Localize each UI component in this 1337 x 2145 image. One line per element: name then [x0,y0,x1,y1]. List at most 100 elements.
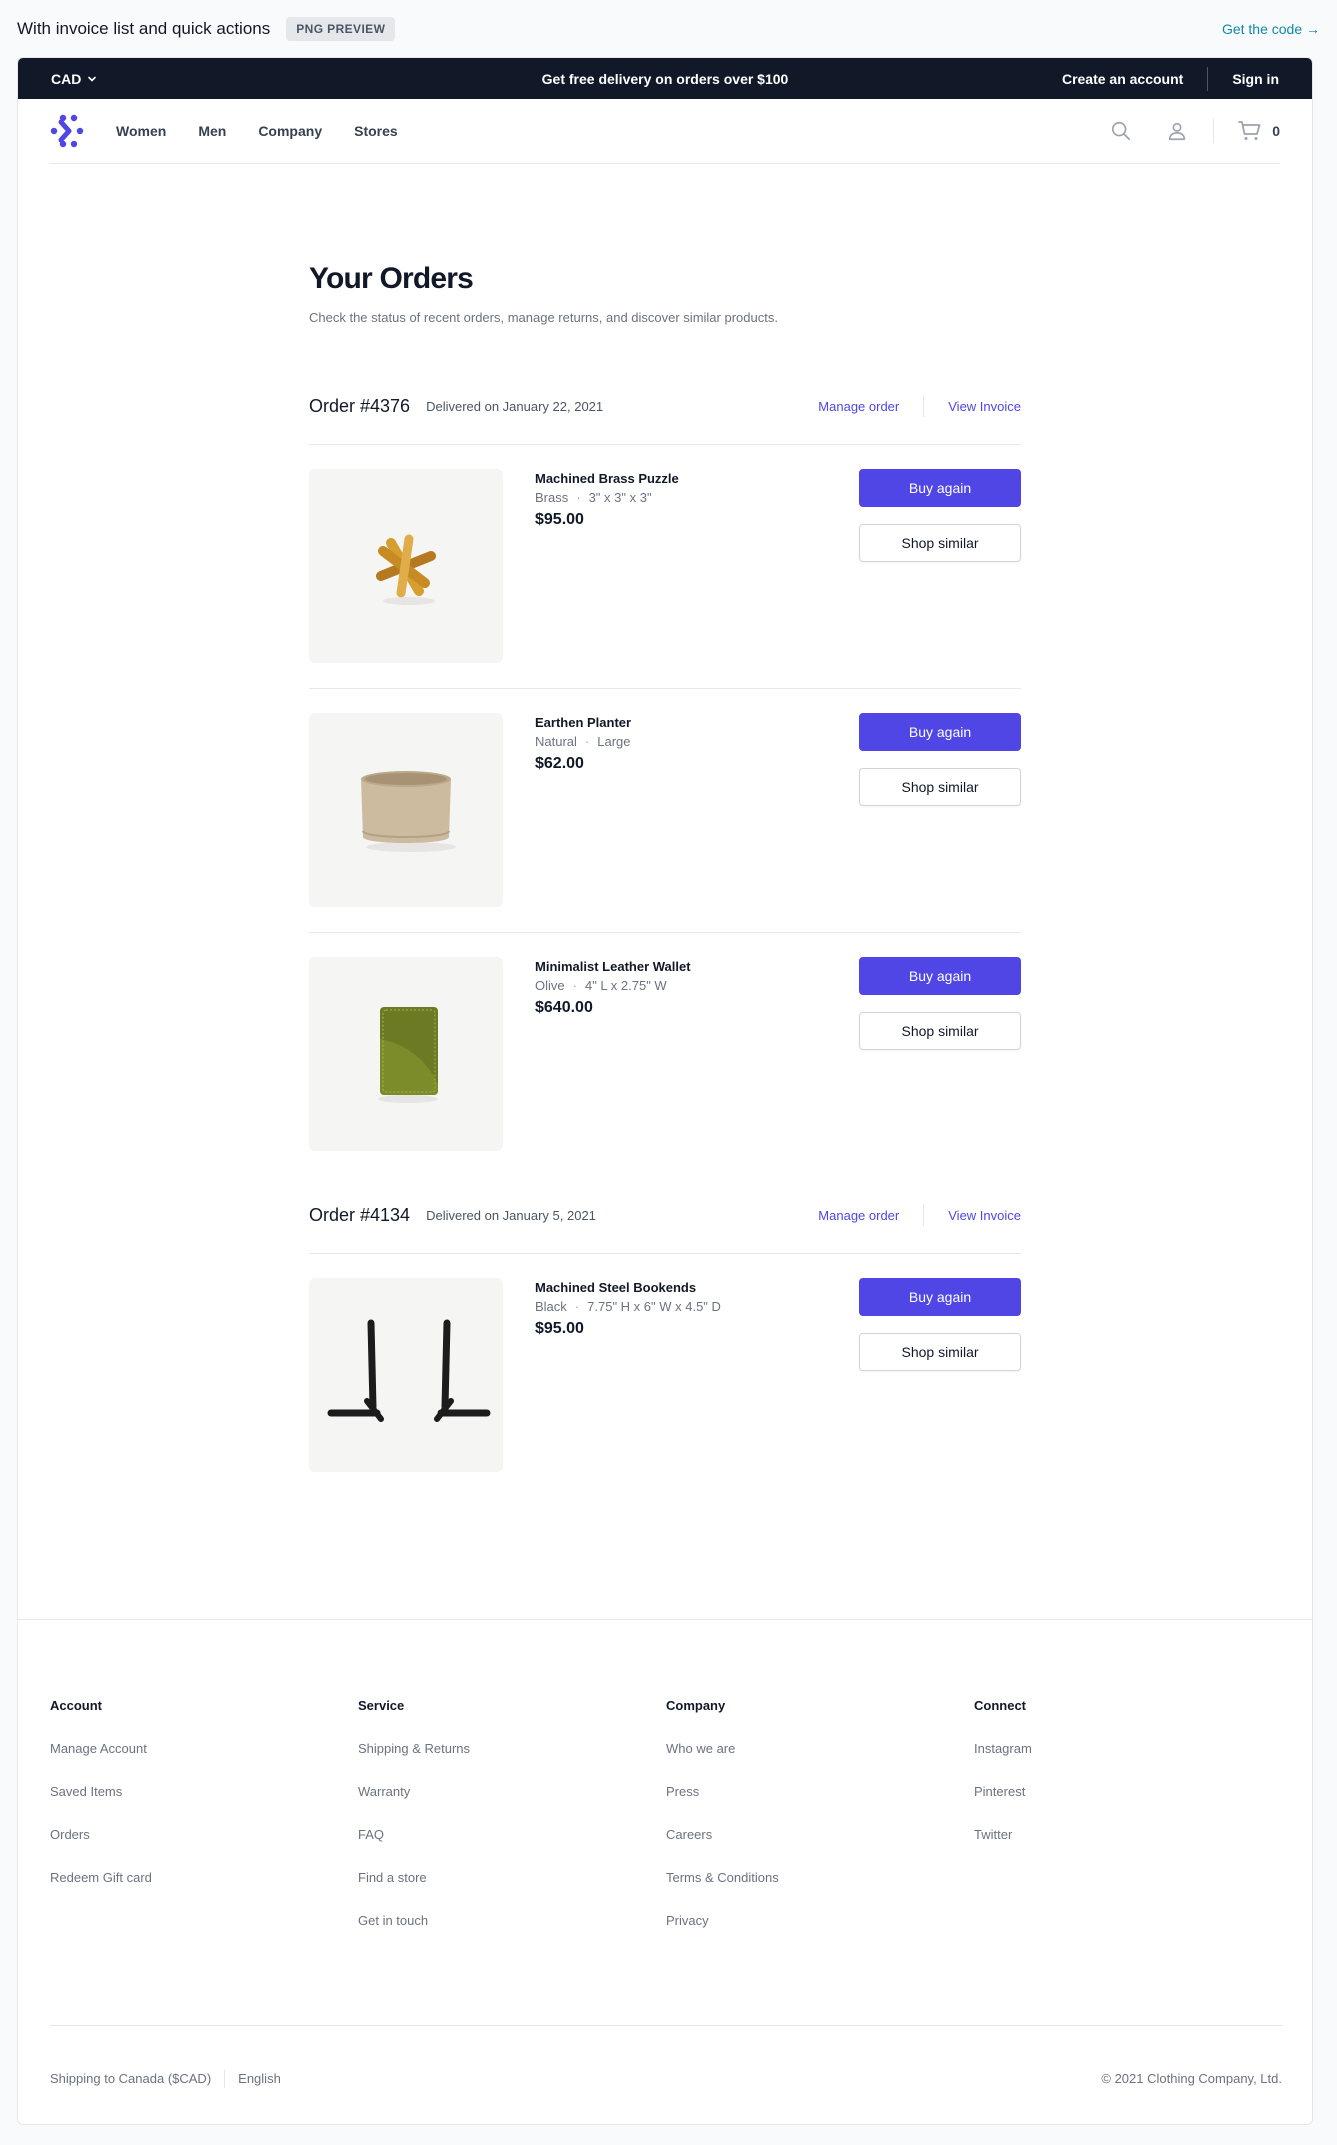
footer-link[interactable]: Warranty [358,1784,666,1799]
divider [923,1204,925,1226]
chevron-down-icon [88,76,97,82]
footer-link[interactable]: Manage Account [50,1741,358,1756]
footer-link[interactable]: Careers [666,1827,974,1842]
copyright: © 2021 Clothing Company, Ltd. [1101,2071,1282,2086]
product-info: Earthen Planter Natural · Large $62.00 [535,713,859,908]
footer-link[interactable]: Terms & Conditions [666,1870,974,1885]
create-account-link[interactable]: Create an account [1062,71,1183,87]
product-name: Earthen Planter [535,715,632,730]
footer-link[interactable]: Redeem Gift card [50,1870,358,1885]
footer-column-service: Service Shipping & Returns Warranty FAQ … [358,1698,666,2025]
view-invoice-link[interactable]: View Invoice [948,399,1021,414]
sign-in-link[interactable]: Sign in [1232,71,1279,87]
shop-similar-button[interactable]: Shop similar [859,524,1021,562]
shopping-cart-icon [1238,121,1261,140]
footer-heading: Service [358,1698,405,1713]
language-link[interactable]: English [238,2071,281,2086]
product-price: $95.00 [535,1320,584,1337]
footer-link[interactable]: Shipping & Returns [358,1741,666,1756]
promo-bar: CAD Get free delivery on orders over $10… [18,58,1312,99]
product-info: Minimalist Leather Wallet Olive · 4" L x… [535,957,859,1153]
currency-selector[interactable]: CAD [51,71,97,87]
product-info: Machined Brass Puzzle Brass · 3" x 3" x … [535,469,859,664]
footer-heading: Connect [974,1698,1026,1713]
brass-puzzle-image [376,534,436,605]
shop-similar-button[interactable]: Shop similar [859,768,1021,806]
search-icon [1112,121,1131,141]
user-icon [1169,122,1186,141]
footer-link[interactable]: Privacy [666,1913,974,1928]
product-image-steel-bookends[interactable] [309,1278,503,1472]
footer-link[interactable]: Instagram [974,1741,1282,1756]
product-image-earthen-planter[interactable] [309,713,503,907]
nav-link-company[interactable]: Company [258,123,322,139]
order-item: Machined Steel Bookends Black · 7.75" H … [309,1254,1021,1498]
get-the-code-link[interactable]: Get the code → [1222,21,1320,37]
cart-count: 0 [1272,123,1280,139]
nav-link-women[interactable]: Women [116,123,166,139]
footer-columns: Account Manage Account Saved Items Order… [18,1620,1312,2025]
account-button[interactable] [1165,119,1189,143]
order-actions: Manage order View Invoice [818,395,1021,417]
item-actions: Buy again Shop similar [859,713,1021,908]
separator-dot: · [584,734,590,749]
cart-button[interactable]: 0 [1238,120,1280,142]
order-item: Earthen Planter Natural · Large $62.00 B… [309,689,1021,933]
buy-again-button[interactable]: Buy again [859,713,1021,751]
search-button[interactable] [1109,119,1133,143]
item-actions: Buy again Shop similar [859,1278,1021,1474]
footer-link[interactable]: Who we are [666,1741,974,1756]
product-meta: Olive · 4" L x 2.75" W [535,978,859,993]
product-name: Machined Brass Puzzle [535,471,679,486]
buy-again-button[interactable]: Buy again [859,957,1021,995]
footer-link[interactable]: Twitter [974,1827,1282,1842]
view-invoice-link[interactable]: View Invoice [948,1208,1021,1223]
product-size: 7.75" H x 6" W x 4.5" D [587,1299,721,1314]
footer-link[interactable]: Pinterest [974,1784,1282,1799]
footer-link[interactable]: Orders [50,1827,358,1842]
shipping-region-link[interactable]: Shipping to Canada ($CAD) [50,2071,211,2086]
divider [923,395,925,417]
product-price: $640.00 [535,999,593,1016]
shop-similar-button[interactable]: Shop similar [859,1333,1021,1371]
page-subtitle: Check the status of recent orders, manag… [309,310,778,325]
nav-link-men[interactable]: Men [198,123,226,139]
product-name: Machined Steel Bookends [535,1280,697,1295]
order-section: Order #4376 Delivered on January 22, 202… [309,368,1021,1177]
manage-order-link[interactable]: Manage order [818,399,899,414]
order-actions: Manage order View Invoice [818,1204,1021,1226]
footer-column-company: Company Who we are Press Careers Terms &… [666,1698,974,2025]
product-variant: Olive [535,978,565,993]
wallet-image [378,1007,438,1103]
nav-links: Women Men Company Stores [116,123,398,139]
product-size: 3" x 3" x 3" [588,490,652,505]
store-frame: CAD Get free delivery on orders over $10… [17,57,1313,2125]
order-header: Order #4134 Delivered on January 5, 2021… [309,1177,1021,1254]
footer-link[interactable]: Find a store [358,1870,666,1885]
manage-order-link[interactable]: Manage order [818,1208,899,1223]
buy-again-button[interactable]: Buy again [859,1278,1021,1316]
product-image-brass-puzzle[interactable] [309,469,503,663]
shop-similar-button[interactable]: Shop similar [859,1012,1021,1050]
footer-heading: Account [50,1698,102,1713]
item-actions: Buy again Shop similar [859,469,1021,664]
product-meta: Brass · 3" x 3" x 3" [535,490,859,505]
product-price: $95.00 [535,511,584,528]
product-image-leather-wallet[interactable] [309,957,503,1151]
currency-label: CAD [51,70,82,87]
nav-link-stores[interactable]: Stores [354,123,398,139]
footer-link[interactable]: FAQ [358,1827,666,1842]
logo-icon[interactable] [50,114,84,148]
footer-link[interactable]: Get in touch [358,1913,666,1928]
separator-dot: · [574,1299,580,1314]
preview-header-left: With invoice list and quick actions PNG … [17,16,396,41]
footer-link[interactable]: Press [666,1784,974,1799]
promo-message: Get free delivery on orders over $100 [541,70,789,87]
order-section: Order #4134 Delivered on January 5, 2021… [309,1177,1021,1498]
footer-link[interactable]: Saved Items [50,1784,358,1799]
buy-again-button[interactable]: Buy again [859,469,1021,507]
order-date: Delivered on January 22, 2021 [426,398,604,414]
main-nav: Women Men Company Stores 0 [50,99,1280,164]
order-number: Order #4376 [309,395,411,416]
product-meta: Black · 7.75" H x 6" W x 4.5" D [535,1299,859,1314]
